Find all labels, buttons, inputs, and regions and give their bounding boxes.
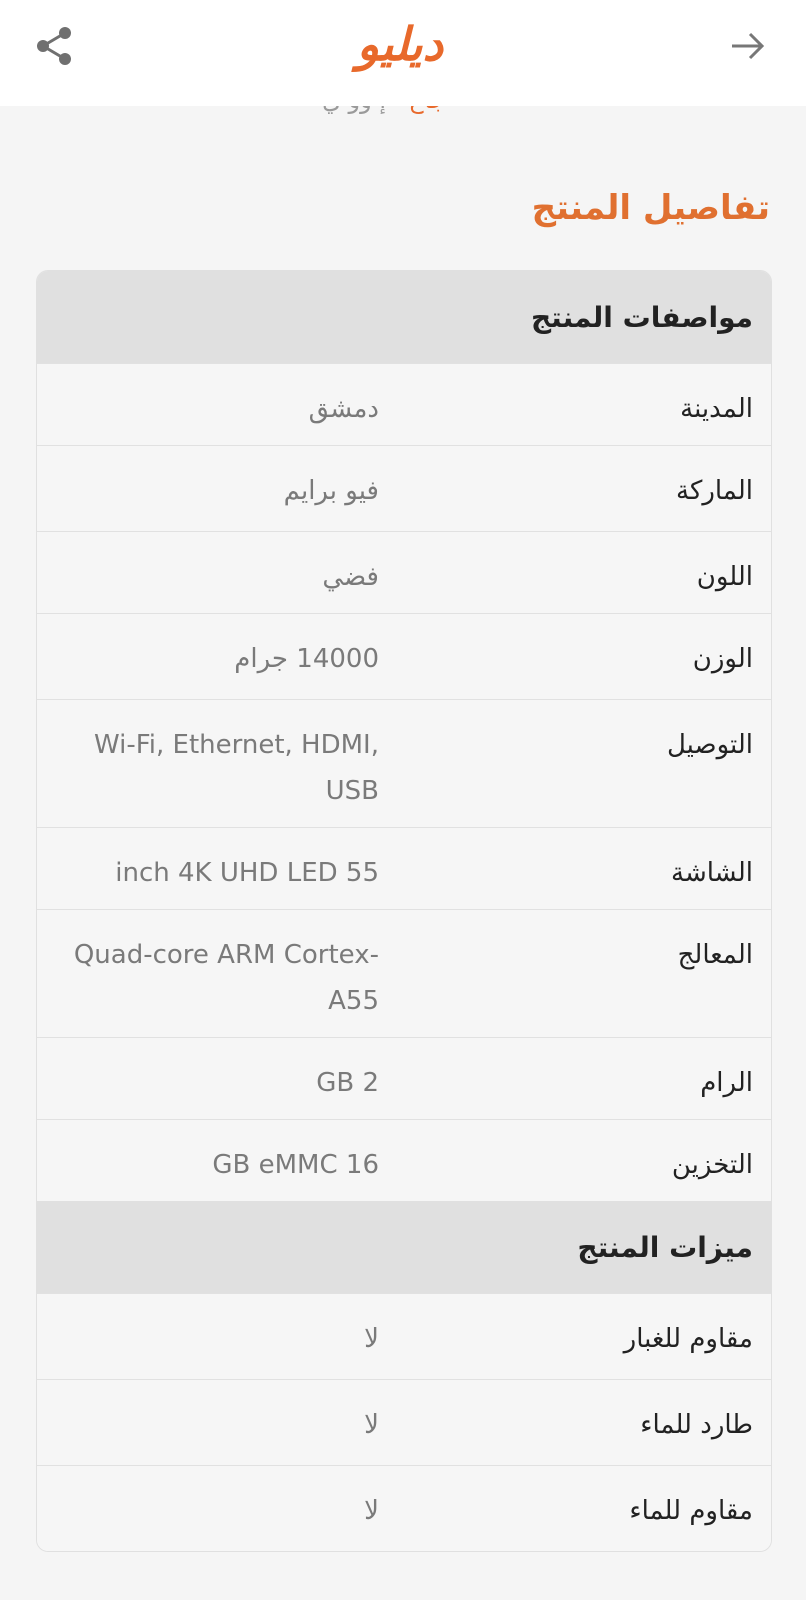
spec-label: الوزن — [692, 644, 753, 674]
feature-label: مقاوم للغبار — [623, 1324, 753, 1354]
spec-row-ram: الرام GB 2 — [37, 1037, 771, 1119]
feature-value: لا — [364, 1324, 379, 1354]
spec-value: GB 2 — [316, 1068, 379, 1098]
spec-row-brand: الماركة فيو برايم — [37, 445, 771, 531]
spec-value: دمشق — [308, 394, 379, 424]
feature-row-dust: مقاوم للغبار لا — [37, 1293, 771, 1379]
spec-row-storage: التخزين GB eMMC 16 — [37, 1119, 771, 1201]
spec-value: فيو برايم — [283, 476, 379, 506]
spec-label: الماركة — [676, 476, 753, 506]
share-button[interactable] — [26, 18, 82, 74]
spec-value: inch 4K UHD LED 55 — [115, 858, 379, 888]
spec-value: GB eMMC 16 — [212, 1150, 379, 1180]
share-icon — [37, 27, 71, 65]
top-bar: ديليو — [0, 0, 806, 106]
spec-label: المعالج — [677, 940, 753, 970]
spec-label: الشاشة — [671, 858, 753, 888]
spec-label: المدينة — [680, 394, 753, 424]
spec-value: 14000 جرام — [234, 644, 379, 674]
spec-value: Wi-Fi, Ethernet, HDMI, USB — [93, 730, 379, 806]
features-header: ميزات المنتج — [37, 1201, 771, 1293]
feature-label: طارد للماء — [640, 1410, 753, 1440]
spec-label: اللون — [696, 562, 753, 592]
app-logo[interactable]: ديليو — [300, 14, 500, 74]
spec-row-city: المدينة دمشق — [37, 363, 771, 445]
spec-row-weight: الوزن 14000 جرام — [37, 613, 771, 699]
feature-value: لا — [364, 1496, 379, 1526]
specs-header: مواصفات المنتج — [37, 271, 771, 363]
spec-label: التخزين — [671, 1150, 753, 1180]
back-button[interactable] — [720, 18, 776, 74]
spec-row-screen: الشاشة inch 4K UHD LED 55 — [37, 827, 771, 909]
spec-row-connectivity: التوصيل Wi-Fi, Ethernet, HDMI, USB — [37, 699, 771, 827]
spec-row-processor: المعالج Quad-core ARM Cortex-A55 — [37, 909, 771, 1037]
spec-label: التوصيل — [666, 730, 753, 760]
feature-value: لا — [364, 1410, 379, 1440]
spec-value: فضي — [322, 562, 379, 592]
spec-label: الرام — [700, 1068, 753, 1098]
feature-row-water-resistant: مقاوم للماء لا — [37, 1465, 771, 1551]
section-title: تفاصيل المنتج — [531, 188, 770, 228]
arrow-right-icon — [732, 32, 765, 60]
spec-row-color: اللون فضي — [37, 531, 771, 613]
details-card: مواصفات المنتج المدينة دمشق الماركة فيو … — [36, 270, 772, 1552]
feature-label: مقاوم للماء — [629, 1496, 753, 1526]
feature-row-water-repellent: طارد للماء لا — [37, 1379, 771, 1465]
spec-value: Quad-core ARM Cortex-A55 — [73, 940, 379, 1016]
